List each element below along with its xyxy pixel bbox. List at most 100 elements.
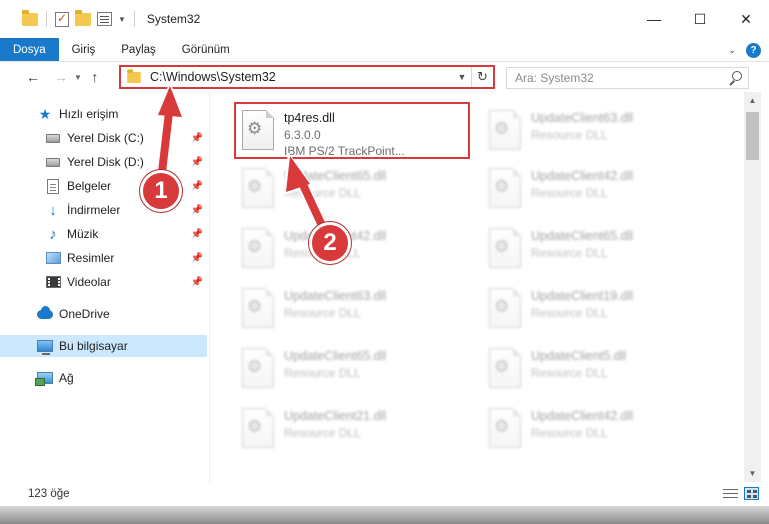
pin-icon[interactable]: 📌 <box>191 157 203 168</box>
videos-icon <box>45 274 61 290</box>
step-2-badge: 2 <box>309 222 351 264</box>
sidebar-item-videos[interactable]: Videolar 📌 <box>0 271 207 293</box>
file-type: Resource DLL <box>531 426 608 440</box>
sidebar-item-label: Hızlı erişim <box>59 107 119 121</box>
tab-file[interactable]: Dosya <box>0 38 59 61</box>
file-tile[interactable]: UpdateClient65.dll Resource DLL <box>234 342 464 396</box>
cloud-icon <box>37 305 53 322</box>
dll-file-icon <box>489 228 521 268</box>
title-bar: ▼ System32 — ☐ ✕ <box>0 0 769 38</box>
file-name: UpdateClient19.dll <box>531 289 634 303</box>
file-type: Resource DLL <box>531 246 608 260</box>
dll-file-icon <box>489 408 521 448</box>
new-folder-icon[interactable] <box>75 9 91 26</box>
scroll-down-arrow-icon[interactable]: ▼ <box>744 465 761 482</box>
quick-access-toolbar: ▼ <box>0 0 137 38</box>
tab-share[interactable]: Paylaş <box>108 38 169 61</box>
close-button[interactable]: ✕ <box>723 0 769 38</box>
sidebar-item-label: Bu bilgisayar <box>59 339 128 353</box>
file-tile[interactable]: UpdateClient19.dll Resource DLL <box>481 282 711 336</box>
dll-file-icon <box>242 228 274 268</box>
dll-file-icon <box>489 110 521 150</box>
sidebar-item-label: OneDrive <box>59 307 110 321</box>
documents-icon <box>45 178 61 194</box>
pin-icon[interactable]: 📌 <box>191 205 203 216</box>
file-tile[interactable]: UpdateClient42.dll Resource DLL <box>481 402 711 456</box>
forward-button[interactable]: → <box>50 69 72 85</box>
tab-view[interactable]: Görünüm <box>169 38 243 61</box>
minimize-button[interactable]: — <box>631 0 677 38</box>
ribbon-tabs: Dosya Giriş Paylaş Görünüm ⌄ ? <box>0 38 769 62</box>
step-1-badge: 1 <box>140 170 182 212</box>
pin-icon[interactable]: 📌 <box>191 277 203 288</box>
file-list: tp4res.dll 6.3.0.0 IBM PS/2 TrackPoint..… <box>211 92 744 482</box>
file-tile[interactable]: UpdateClient21.dll Resource DLL <box>234 402 464 456</box>
file-tile[interactable]: UpdateClient5.dll Resource DLL <box>481 342 711 396</box>
refresh-button[interactable]: ↻ <box>471 67 493 87</box>
file-tile[interactable]: UpdateClient65.dll Resource DLL <box>481 222 711 276</box>
sidebar-item-local-disk-c[interactable]: Yerel Disk (C:) 📌 <box>0 127 207 149</box>
properties-check-icon[interactable] <box>55 11 69 27</box>
maximize-button[interactable]: ☐ <box>677 0 723 38</box>
sidebar-item-network[interactable]: Ağ <box>0 367 207 389</box>
file-tile[interactable]: UpdateClient63.dll Resource DLL <box>481 104 711 158</box>
pin-icon[interactable]: 📌 <box>191 229 203 240</box>
file-tile[interactable]: UpdateClient63.dll Resource DLL <box>234 282 464 336</box>
sidebar-item-quick-access[interactable]: ★ Hızlı erişim <box>0 103 207 125</box>
search-box[interactable]: Ara: System32 <box>506 67 749 89</box>
help-icon[interactable]: ? <box>746 42 761 58</box>
back-button[interactable]: ← <box>22 69 44 85</box>
customize-toolbar-chevron-icon[interactable]: ▼ <box>118 15 126 24</box>
address-bar[interactable]: C:\Windows\System32 ▼ ↻ <box>119 65 495 89</box>
file-type: Resource DLL <box>284 186 361 200</box>
sidebar-item-label: Müzik <box>67 227 99 241</box>
pin-icon[interactable]: 📌 <box>191 181 203 192</box>
file-tile[interactable]: UpdateClient65.dll Resource DLL <box>234 162 464 216</box>
toolbar-separator <box>133 11 135 27</box>
pin-icon[interactable]: 📌 <box>191 253 203 264</box>
file-name: UpdateClient42.dll <box>531 409 634 423</box>
pin-icon[interactable]: 📌 <box>191 133 203 144</box>
list-properties-icon[interactable] <box>97 12 112 26</box>
tab-home[interactable]: Giriş <box>59 38 109 61</box>
computer-icon <box>37 338 53 355</box>
dll-file-icon <box>242 288 274 328</box>
folder-icon <box>127 68 141 83</box>
pictures-icon <box>45 250 61 266</box>
dll-file-icon <box>489 288 521 328</box>
expand-ribbon-chevron-icon[interactable]: ⌄ <box>728 45 736 56</box>
details-view-icon[interactable] <box>723 487 738 500</box>
sidebar-item-label: Videolar <box>67 275 111 289</box>
file-type: Resource DLL <box>531 186 608 200</box>
star-icon: ★ <box>38 105 52 122</box>
ribbon-right-controls: ⌄ ? <box>728 38 761 62</box>
item-count: 123 öğe <box>28 488 70 500</box>
address-path[interactable]: C:\Windows\System32 <box>150 70 453 84</box>
view-switcher <box>723 487 759 500</box>
navigation-pane: ★ Hızlı erişim Yerel Disk (C:) 📌 Yerel D… <box>0 92 210 482</box>
navigation-bar: ← → ▼ ↑ C:\Windows\System32 ▼ ↻ Ara: Sys… <box>0 62 769 92</box>
file-tile[interactable]: UpdateClient42.dll Resource DLL <box>481 162 711 216</box>
search-icon[interactable] <box>728 71 742 85</box>
file-name: UpdateClient21.dll <box>284 409 387 423</box>
sidebar-item-onedrive[interactable]: OneDrive <box>0 303 207 325</box>
highlight-box <box>234 102 470 159</box>
up-button[interactable]: ↑ <box>84 69 106 85</box>
vertical-scrollbar[interactable]: ▲ ▼ <box>744 92 761 482</box>
music-icon: ♪ <box>49 225 57 243</box>
sidebar-item-this-pc[interactable]: Bu bilgisayar <box>0 335 207 357</box>
sidebar-item-local-disk-d[interactable]: Yerel Disk (D:) 📌 <box>0 151 207 173</box>
address-history-chevron-icon[interactable]: ▼ <box>453 72 471 82</box>
large-icons-view-icon[interactable] <box>744 487 759 500</box>
file-name: UpdateClient65.dll <box>284 169 387 183</box>
search-input[interactable]: Ara: System32 <box>515 71 728 85</box>
toolbar-separator <box>46 11 47 27</box>
drive-icon <box>45 130 61 146</box>
sidebar-item-music[interactable]: ♪ Müzik 📌 <box>0 223 207 245</box>
scroll-thumb[interactable] <box>746 112 759 160</box>
recent-locations-chevron-icon[interactable]: ▼ <box>74 73 82 82</box>
window-title: System32 <box>146 12 201 26</box>
sidebar-item-pictures[interactable]: Resimler 📌 <box>0 247 207 269</box>
sidebar-item-label: Belgeler <box>67 179 112 193</box>
scroll-up-arrow-icon[interactable]: ▲ <box>744 92 761 109</box>
